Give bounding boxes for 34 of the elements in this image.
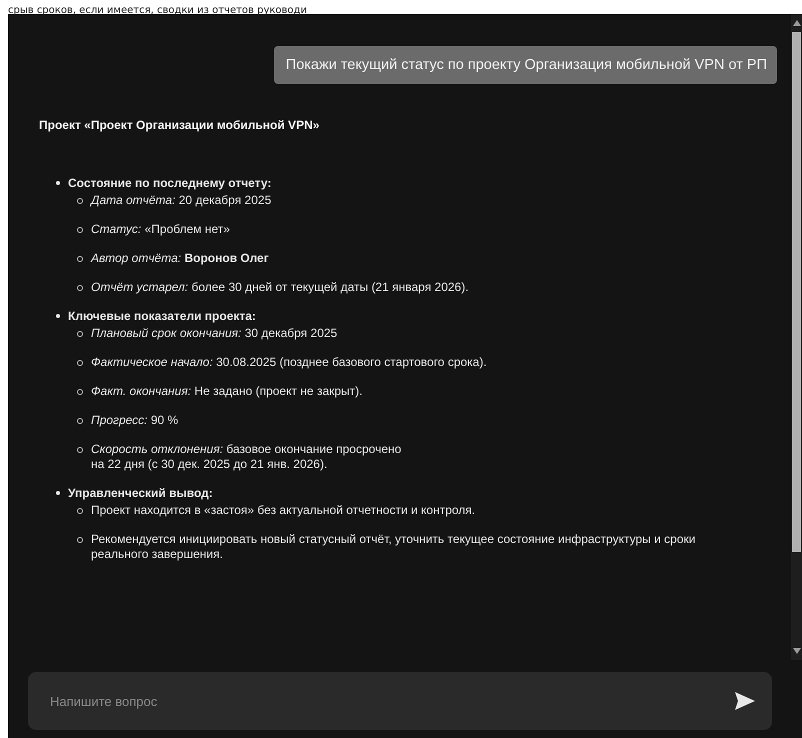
section-heading: Состояние по последнему отчету: <box>68 176 272 190</box>
bullet-icon <box>77 256 83 262</box>
list-item-text: Статус: «Проблем нет» <box>91 222 230 237</box>
bullet-icon <box>77 418 83 424</box>
bullet-icon <box>77 389 83 395</box>
list-item-text: Дата отчёта: 20 декабря 2025 <box>91 193 272 208</box>
list-item-text: Прогресс: 90 % <box>91 413 178 428</box>
bullet-icon <box>77 227 83 233</box>
list-item-text: Отчёт устарел: более 30 дней от текущей даты (21 января 2026). <box>91 280 469 295</box>
list-item-text: Скорость отклонения: базовое окончание просрочено на 22 дня (с 30 дек. 2025 до 21 янв. 2026). <box>91 442 402 472</box>
section-heading: Управленческий вывод: <box>68 486 213 500</box>
answer-title: Проект «Проект Организации мобильной VPN» <box>39 118 320 132</box>
bullet-icon <box>77 198 83 204</box>
list-item-text: Фактическое начало: 30.08.2025 (позднее базового стартового срока). <box>91 355 487 370</box>
bullet-icon <box>77 360 83 366</box>
bullet-icon <box>56 314 60 318</box>
user-message: Покажи текущий статус по проекту Организация мобильной VPN от РП <box>274 46 777 84</box>
question-field[interactable]: Напишите вопрос <box>28 672 772 730</box>
bullet-icon <box>56 491 60 495</box>
list-item-text: Плановый срок окончания: 30 декабря 2025 <box>91 326 338 341</box>
bullet-icon <box>56 181 60 185</box>
bullet-icon <box>77 537 83 543</box>
bullet-icon <box>77 285 83 291</box>
list-item-text: Проект находится в «застоя» без актуальной отчетности и контроля. <box>91 503 476 518</box>
section-heading: Ключевые показатели проекта: <box>68 309 256 323</box>
bullet-icon <box>77 331 83 337</box>
send-icon[interactable] <box>734 691 756 711</box>
bullet-icon <box>77 508 83 514</box>
list-item-text: Факт. окончания: Не задано (проект не закрыт). <box>91 384 362 399</box>
bullet-icon <box>77 447 83 453</box>
scrollbar[interactable] <box>791 14 802 660</box>
page-text: срыв сроков, если имеется, сводки из отчетов руководи <box>8 4 307 18</box>
list-item-text: Рекомендуется инициировать новый статусный отчёт, уточнить текущее состояние инфраструктуры и сроки реального завершения. <box>91 532 696 562</box>
list-item-text: Автор отчёта: Воронов Олег <box>91 251 269 266</box>
